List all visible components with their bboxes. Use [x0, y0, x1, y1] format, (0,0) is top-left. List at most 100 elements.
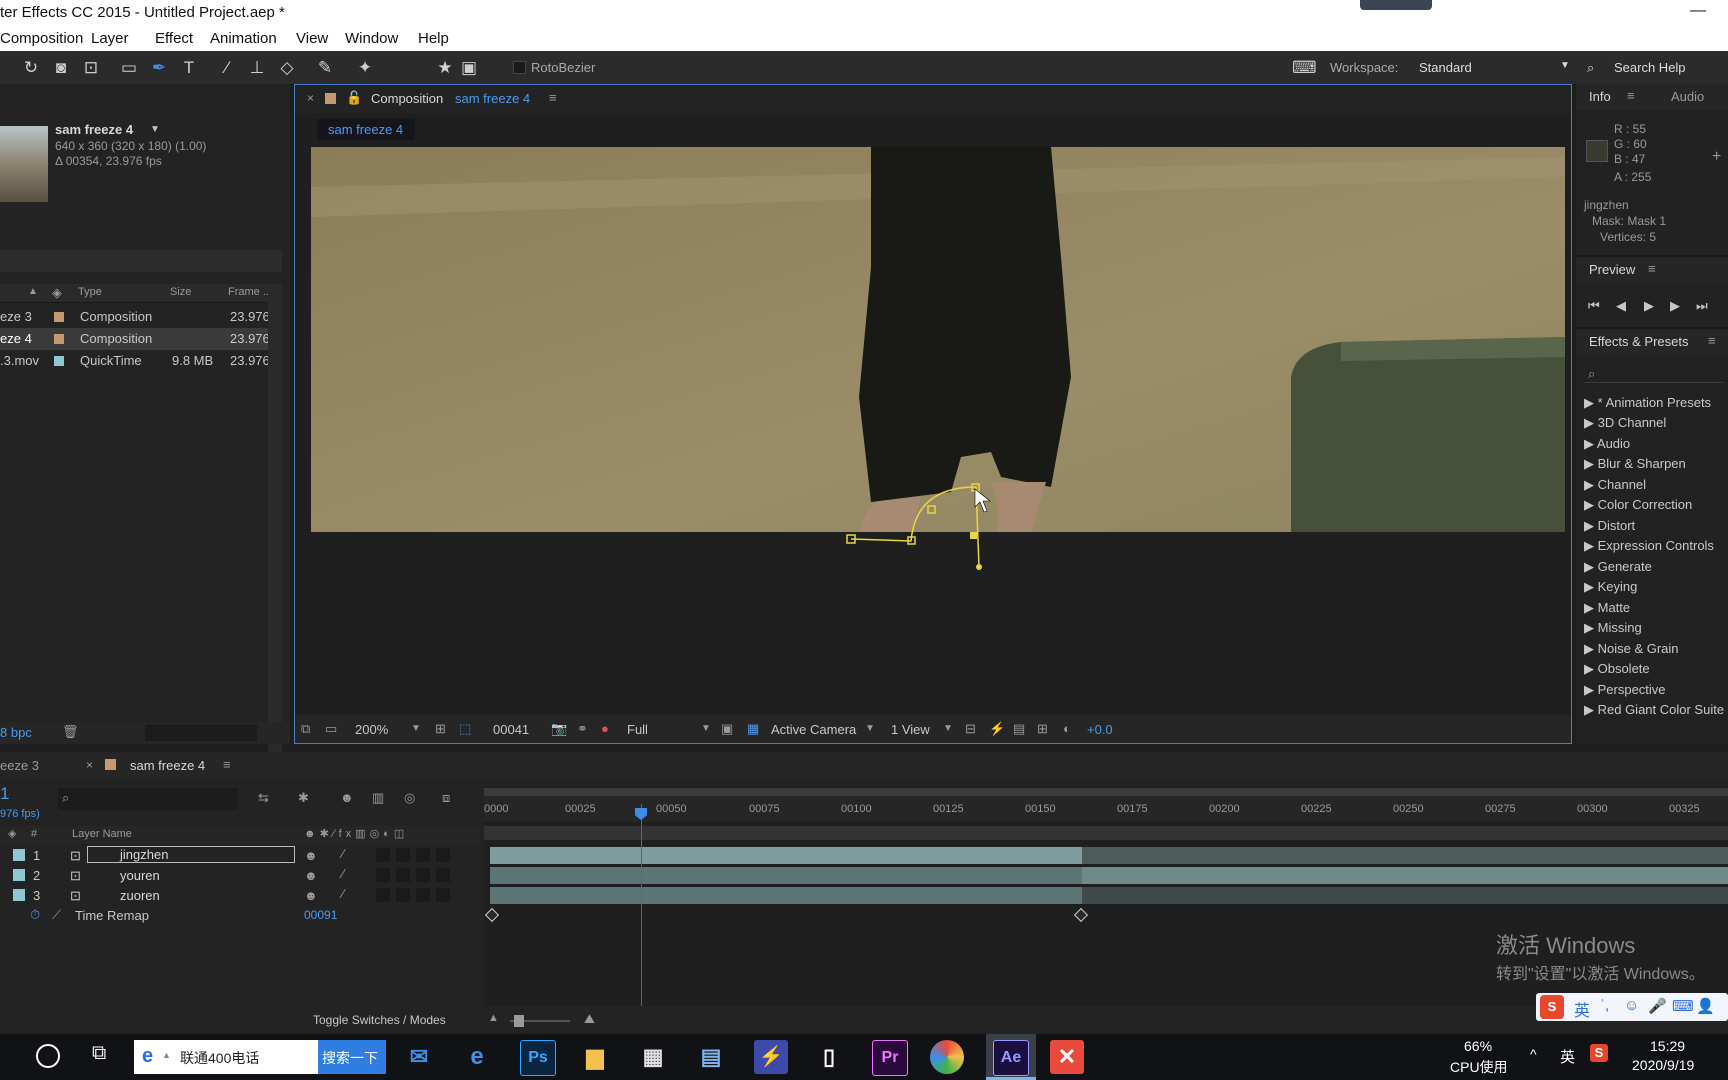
keyframe[interactable]: [484, 907, 500, 923]
rotobezier-checkbox[interactable]: [513, 61, 526, 74]
layer-bar[interactable]: [1082, 867, 1728, 884]
clock-time[interactable]: 15:29: [1650, 1038, 1685, 1054]
last-frame-icon[interactable]: ⏭: [1696, 298, 1708, 314]
timeline-icon[interactable]: ▤: [1013, 721, 1025, 737]
tab-active-comp[interactable]: sam freeze 4: [130, 758, 205, 773]
resolution-select[interactable]: Full: [627, 722, 648, 737]
menu-layer[interactable]: Layer: [91, 30, 129, 47]
panel-menu-icon[interactable]: ≡: [1627, 88, 1635, 103]
switch-box[interactable]: [416, 888, 430, 902]
roto-brush-tool-icon[interactable]: ✎: [314, 57, 336, 79]
camera-select[interactable]: Active Camera: [771, 722, 856, 737]
effects-item[interactable]: ▶ Red Giant Color Suite: [1584, 702, 1724, 718]
sort-icon[interactable]: ▲: [28, 286, 38, 297]
zoom-slider-thumb[interactable]: [514, 1015, 524, 1027]
current-frame[interactable]: 00041: [493, 722, 529, 737]
effects-item[interactable]: ▶ Noise & Grain: [1584, 641, 1679, 657]
minimize-button[interactable]: —: [1690, 2, 1706, 20]
draft-3d-icon[interactable]: ✱: [298, 790, 309, 806]
channel-icon[interactable]: ●: [601, 721, 609, 736]
shy-icon[interactable]: ☻: [340, 790, 354, 805]
shy-switch-icon[interactable]: ☻: [304, 848, 318, 863]
keyframe[interactable]: [1073, 907, 1089, 923]
panel-menu-icon[interactable]: ≡: [549, 90, 557, 105]
lightning-app-icon[interactable]: ⚡: [754, 1040, 788, 1074]
menu-help[interactable]: Help: [418, 30, 449, 47]
menu-window[interactable]: Window: [345, 30, 398, 47]
show-snapshot-icon[interactable]: ⚭: [577, 721, 588, 737]
shy-switch-icon[interactable]: ☻: [304, 888, 318, 903]
camera-tool-icon[interactable]: ◙: [50, 57, 72, 79]
switch-box[interactable]: [396, 868, 410, 882]
effects-item[interactable]: ▶ Matte: [1584, 600, 1630, 616]
taskbar-search-text[interactable]: 联通400电话: [180, 1048, 259, 1068]
layer-row[interactable]: 2 ⊡ youren ☻ ⁄: [0, 866, 480, 886]
clock-date[interactable]: 2020/9/19: [1632, 1057, 1694, 1073]
quality-switch-icon[interactable]: ⁄: [342, 866, 344, 881]
taskbar-search-button[interactable]: 搜索一下: [318, 1040, 386, 1074]
punctuation-icon[interactable]: ʾ,: [1600, 997, 1609, 1014]
switch-box[interactable]: [416, 848, 430, 862]
taskbar-search-box[interactable]: e ▲ 联通400电话: [134, 1040, 320, 1074]
project-item-name[interactable]: sam freeze 4: [55, 122, 133, 137]
mask-vertex[interactable]: [970, 532, 977, 539]
chevron-down-icon[interactable]: ▼: [701, 723, 711, 734]
effects-item[interactable]: ▶ Expression Controls: [1584, 538, 1714, 554]
window-grip[interactable]: [1360, 0, 1432, 10]
layer-bar[interactable]: [490, 847, 1082, 864]
ime-mode-label[interactable]: 英: [1574, 997, 1590, 1021]
switch-box[interactable]: [376, 848, 390, 862]
comp-tab[interactable]: sam freeze 4: [317, 119, 415, 140]
layer-name[interactable]: youren: [120, 868, 160, 883]
pan-behind-tool-icon[interactable]: ⊡: [80, 57, 102, 79]
always-preview-icon[interactable]: ⧉: [301, 721, 310, 737]
quality-switch-icon[interactable]: ⁄: [342, 846, 344, 861]
effects-item[interactable]: ▶ Perspective: [1584, 682, 1666, 698]
layer-bar[interactable]: [490, 887, 1082, 904]
col-size[interactable]: Size: [170, 286, 191, 298]
tray-chevron-icon[interactable]: ^: [1530, 1046, 1537, 1062]
effects-item[interactable]: ▶ Distort: [1584, 518, 1635, 534]
timeline-search-input[interactable]: ⌕: [58, 788, 238, 810]
ime-indicator[interactable]: 英: [1560, 1046, 1575, 1067]
layer-name[interactable]: zuoren: [120, 888, 160, 903]
layer-color-swatch[interactable]: [13, 889, 25, 901]
menu-view[interactable]: View: [296, 30, 328, 47]
item-dropdown-icon[interactable]: ▼: [150, 124, 160, 135]
switch-box[interactable]: [396, 848, 410, 862]
effects-item[interactable]: ▶ Audio: [1584, 436, 1630, 452]
workspace-select[interactable]: Standard: [1419, 60, 1472, 75]
effects-item[interactable]: ▶ Blur & Sharpen: [1584, 456, 1686, 472]
label-tag-icon[interactable]: ◈: [8, 827, 16, 840]
document-icon[interactable]: ▯: [812, 1040, 846, 1074]
chevron-down-icon[interactable]: ▼: [943, 723, 953, 734]
layer-name-edit[interactable]: jingzhen: [87, 846, 295, 863]
x-app-icon[interactable]: ✕: [1050, 1040, 1084, 1074]
zoom-out-icon[interactable]: ▲: [488, 1012, 499, 1024]
after-effects-icon[interactable]: Ae: [993, 1040, 1029, 1076]
ime-toolbar[interactable]: S 英 ʾ, ☺ 🎤 ⌨ 👤: [1536, 993, 1728, 1021]
toggle-switches-modes-button[interactable]: Toggle Switches / Modes: [313, 1013, 446, 1027]
flowchart-icon[interactable]: ⊞: [1037, 721, 1048, 737]
label-swatch[interactable]: [54, 334, 64, 344]
project-row[interactable]: .3.mov QuickTime 9.8 MB 23.976: [0, 350, 270, 372]
layer-color-swatch[interactable]: [13, 869, 25, 881]
chevron-down-icon[interactable]: ▼: [411, 723, 421, 734]
effects-item[interactable]: ▶ Color Correction: [1584, 497, 1692, 513]
search-help-input[interactable]: Search Help: [1614, 60, 1686, 75]
chevron-down-icon[interactable]: ▼: [865, 723, 875, 734]
store-icon[interactable]: ▦: [636, 1040, 670, 1074]
cortana-icon[interactable]: [36, 1044, 60, 1068]
search-icon[interactable]: ⌕: [1588, 366, 1595, 382]
label-tag-icon[interactable]: ◈: [52, 285, 62, 301]
layer-bar[interactable]: [490, 867, 1082, 884]
project-row[interactable]: eze 4 Composition 23.976: [0, 328, 270, 350]
time-ruler[interactable]: 0000 00025 00050 00075 00100 00125 00150…: [484, 796, 1728, 822]
clone-stamp-tool-icon[interactable]: ⊥: [246, 57, 268, 79]
panel-menu-icon[interactable]: ≡: [1648, 261, 1656, 276]
prev-frame-icon[interactable]: ◀: [1616, 298, 1626, 314]
toggle-pixel-aspect-icon[interactable]: ⊟: [965, 721, 976, 737]
playhead-line[interactable]: [641, 804, 642, 1006]
trash-icon[interactable]: 🗑: [62, 724, 79, 740]
snapping-icon[interactable]: ▣: [458, 57, 480, 79]
